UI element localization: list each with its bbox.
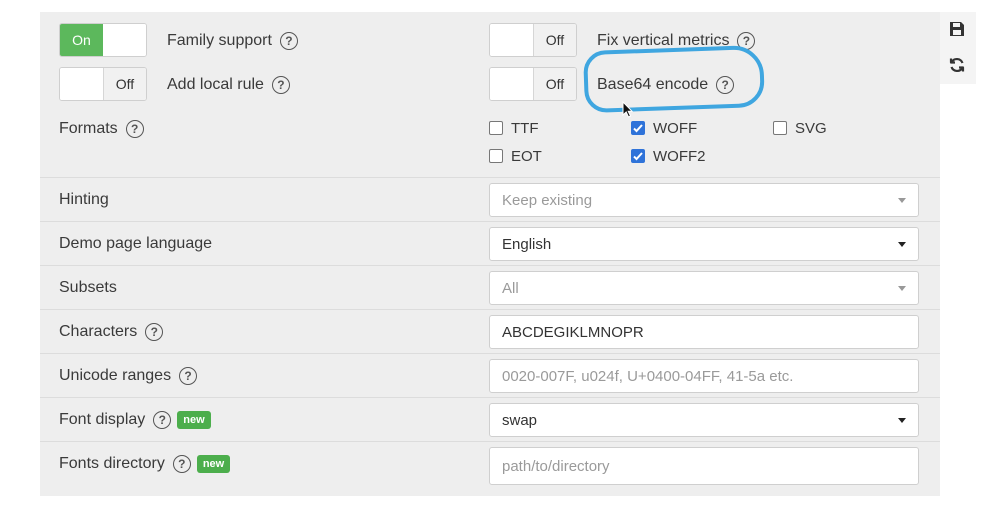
- mouse-cursor-icon: [622, 101, 634, 118]
- fix-vertical-metrics-label: Fix vertical metrics ?: [597, 30, 756, 52]
- demo-language-label: Demo page language: [59, 235, 213, 252]
- font-display-label: Font display ? new: [59, 409, 211, 431]
- toggle-state-label: Off: [103, 68, 146, 100]
- save-icon[interactable]: [946, 18, 968, 40]
- hinting-select[interactable]: Keep existing: [489, 183, 919, 217]
- family-support-label: Family support ?: [167, 30, 298, 52]
- checkmark-icon: [633, 152, 643, 161]
- new-badge: new: [196, 455, 231, 473]
- divider: [40, 353, 940, 354]
- new-badge: new: [177, 411, 211, 429]
- base64-encode-label: Base64 encode ?: [597, 74, 735, 96]
- divider: [40, 221, 940, 222]
- format-checkbox-woff[interactable]: WOFF: [631, 118, 697, 138]
- format-checkbox-woff2[interactable]: WOFF2: [631, 146, 706, 166]
- checkbox[interactable]: [489, 121, 503, 135]
- help-icon[interactable]: ?: [153, 411, 172, 429]
- toggle-state-label: Off: [533, 24, 576, 56]
- help-icon[interactable]: ?: [145, 323, 164, 341]
- base64-encode-toggle[interactable]: Off: [489, 67, 577, 101]
- format-checkbox-eot[interactable]: EOT: [489, 146, 542, 166]
- characters-label: Characters ?: [59, 321, 164, 343]
- toggle-state-label: On: [60, 24, 103, 56]
- checkbox[interactable]: [489, 149, 503, 163]
- help-icon[interactable]: ?: [716, 76, 735, 94]
- checkbox-checked[interactable]: [631, 121, 645, 135]
- checkmark-icon: [633, 124, 643, 133]
- checkbox-checked[interactable]: [631, 149, 645, 163]
- font-display-select[interactable]: swap: [489, 403, 919, 437]
- divider: [40, 397, 940, 398]
- caret-down-icon: [898, 286, 906, 291]
- add-local-rule-toggle[interactable]: Off: [59, 67, 147, 101]
- help-icon[interactable]: ?: [172, 455, 191, 473]
- caret-down-icon: [898, 418, 906, 423]
- toggle-state-label: Off: [533, 68, 576, 100]
- characters-input[interactable]: ABCDEGIKLMNOPR: [489, 315, 919, 349]
- divider: [40, 309, 940, 310]
- divider: [40, 177, 940, 178]
- unicode-ranges-input[interactable]: 0020-007F, u024f, U+0400-04FF, 41-5a etc…: [489, 359, 919, 393]
- unicode-ranges-label: Unicode ranges ?: [59, 365, 198, 387]
- side-toolbar: [940, 12, 976, 84]
- divider: [40, 265, 940, 266]
- fonts-directory-label: Fonts directory ? new: [59, 453, 231, 475]
- format-checkbox-svg[interactable]: SVG: [773, 118, 827, 138]
- fix-vertical-metrics-toggle[interactable]: Off: [489, 23, 577, 57]
- help-icon[interactable]: ?: [279, 32, 298, 50]
- checkbox[interactable]: [773, 121, 787, 135]
- hinting-label: Hinting: [59, 191, 109, 208]
- help-icon[interactable]: ?: [179, 367, 198, 385]
- subsets-select[interactable]: All: [489, 271, 919, 305]
- fonts-directory-input[interactable]: path/to/directory: [489, 447, 919, 485]
- divider: [40, 441, 940, 442]
- formats-label: Formats ?: [59, 118, 144, 140]
- help-icon[interactable]: ?: [125, 120, 144, 138]
- add-local-rule-label: Add local rule ?: [167, 74, 290, 96]
- demo-language-select[interactable]: English: [489, 227, 919, 261]
- help-icon[interactable]: ?: [271, 76, 290, 94]
- format-checkbox-ttf[interactable]: TTF: [489, 118, 539, 138]
- refresh-icon[interactable]: [946, 54, 968, 76]
- caret-down-icon: [898, 242, 906, 247]
- help-icon[interactable]: ?: [737, 32, 756, 50]
- family-support-toggle[interactable]: On: [59, 23, 147, 57]
- subsets-label: Subsets: [59, 279, 117, 296]
- caret-down-icon: [898, 198, 906, 203]
